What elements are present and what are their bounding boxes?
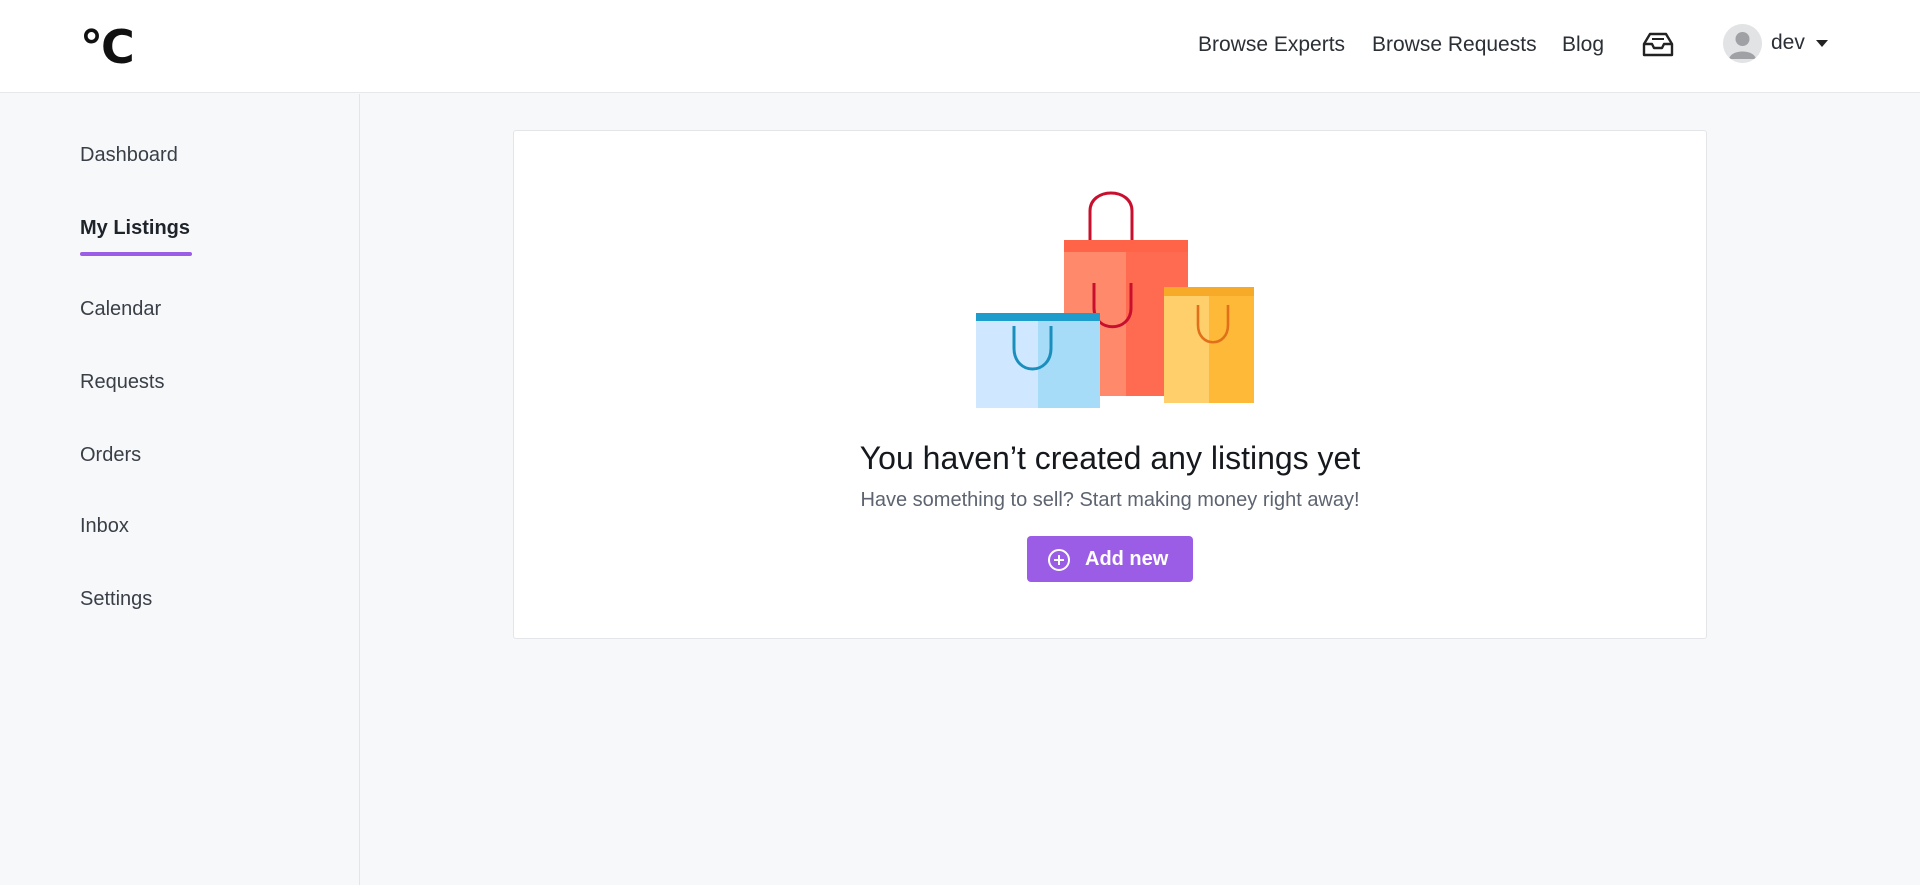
user-menu-name[interactable]: dev bbox=[1771, 28, 1805, 58]
add-new-label: Add new bbox=[1085, 548, 1169, 570]
add-new-button[interactable]: Add new bbox=[1027, 536, 1193, 582]
sidebar-item-orders[interactable]: Orders bbox=[80, 441, 141, 469]
chevron-down-icon[interactable] bbox=[1816, 40, 1828, 47]
empty-listings-card: You haven’t created any listings yet Hav… bbox=[513, 130, 1707, 639]
nav-browse-experts[interactable]: Browse Experts bbox=[1198, 30, 1345, 60]
sidebar-item-calendar[interactable]: Calendar bbox=[80, 295, 161, 323]
plus-circle-icon bbox=[1047, 548, 1071, 572]
top-header: °C Browse Experts Browse Requests Blog d… bbox=[0, 0, 1920, 93]
active-indicator bbox=[80, 252, 192, 256]
empty-state-title: You haven’t created any listings yet bbox=[859, 440, 1361, 476]
sidebar-item-dashboard[interactable]: Dashboard bbox=[80, 141, 178, 169]
site-logo[interactable]: °C bbox=[80, 22, 135, 72]
sidebar-item-my-listings[interactable]: My Listings bbox=[80, 214, 190, 242]
sidebar bbox=[0, 94, 360, 885]
sidebar-item-settings[interactable]: Settings bbox=[80, 585, 152, 613]
nav-browse-requests[interactable]: Browse Requests bbox=[1372, 30, 1537, 60]
nav-blog[interactable]: Blog bbox=[1562, 30, 1604, 60]
user-avatar-icon[interactable] bbox=[1723, 24, 1762, 63]
inbox-tray-icon[interactable] bbox=[1641, 30, 1675, 60]
empty-state-subtitle: Have something to sell? Start making mon… bbox=[860, 489, 1360, 511]
shopping-bags-illustration bbox=[971, 183, 1261, 423]
sidebar-item-requests[interactable]: Requests bbox=[80, 368, 165, 396]
sidebar-item-inbox[interactable]: Inbox bbox=[80, 512, 129, 540]
